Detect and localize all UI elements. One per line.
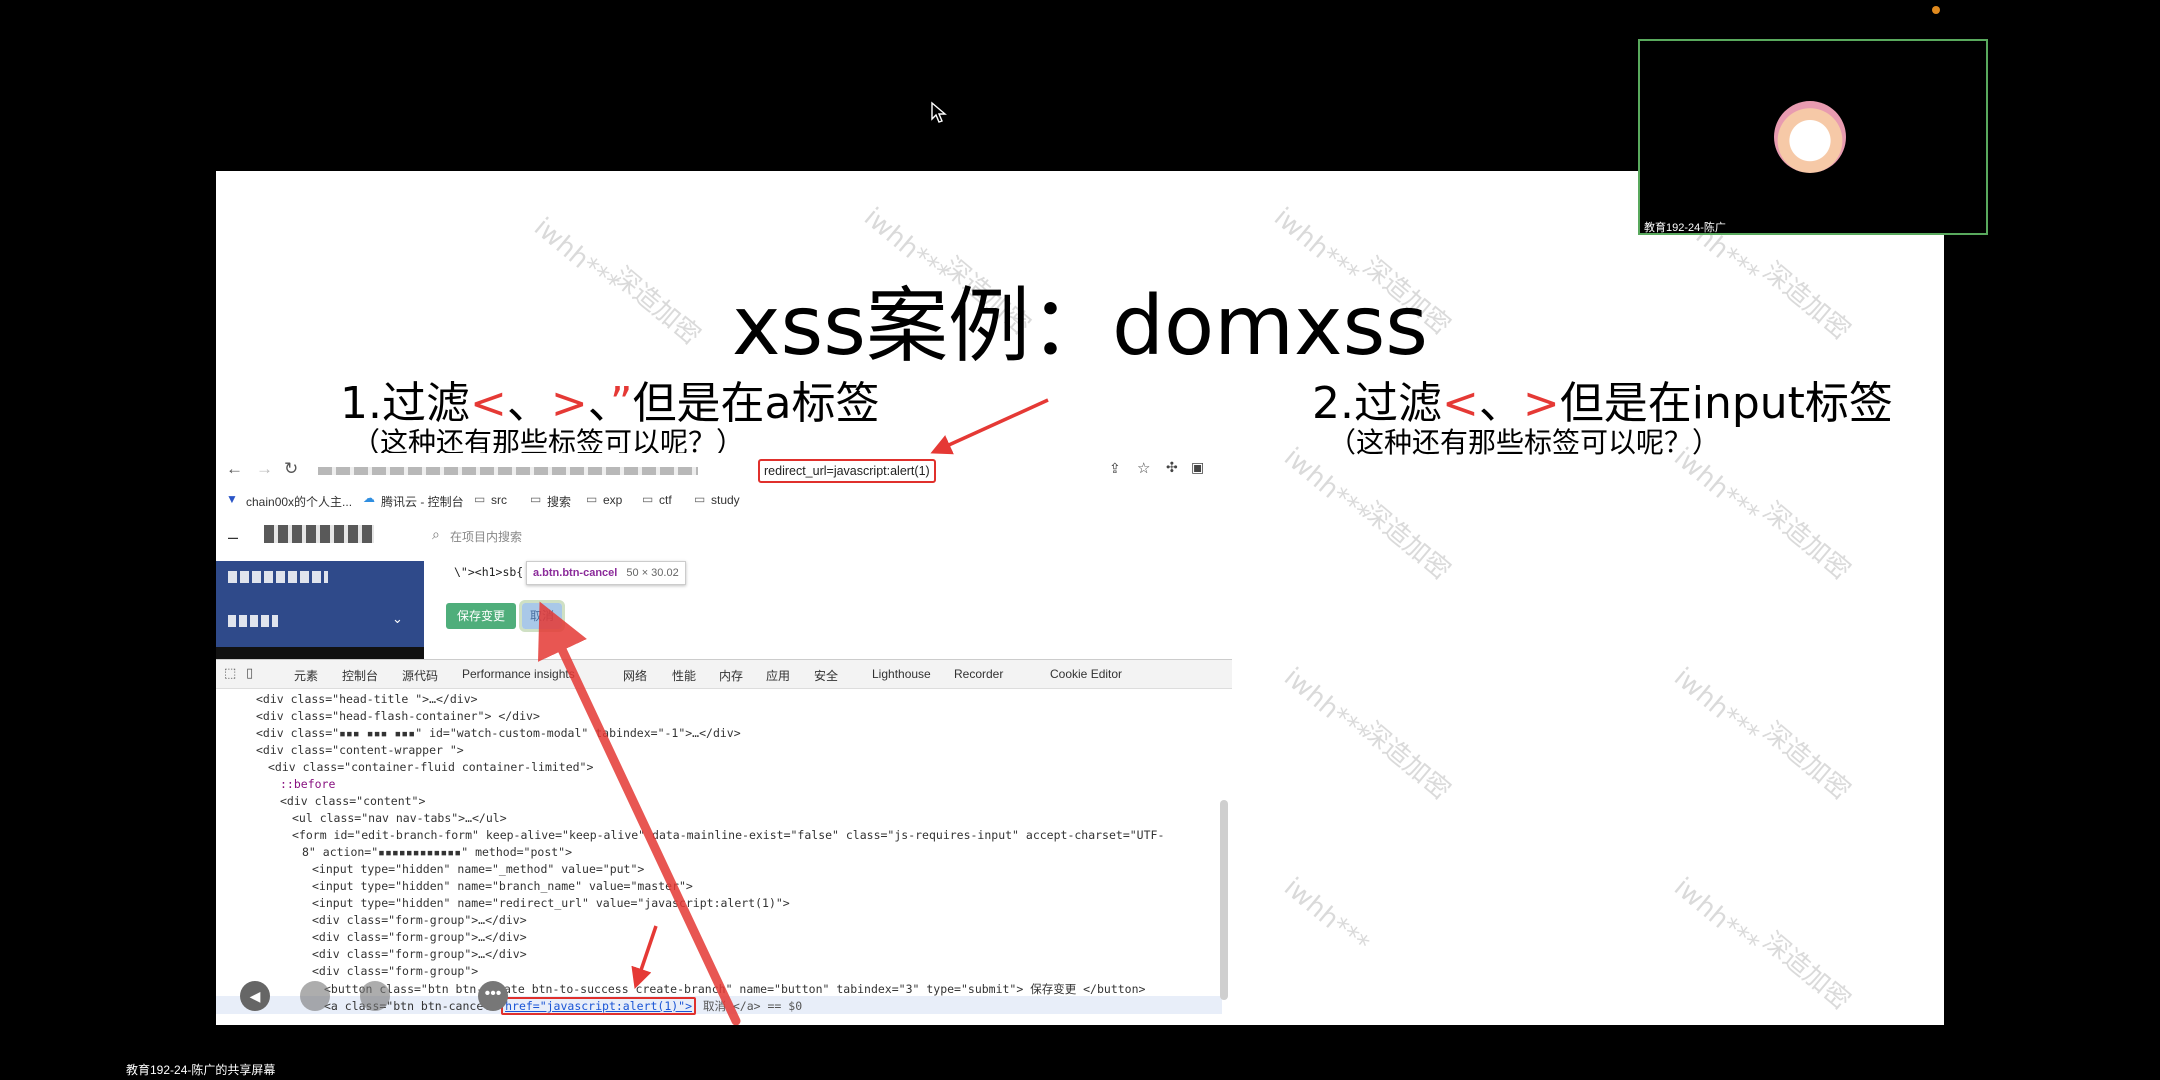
participant-avatar [1774,101,1846,173]
participant-video-tile[interactable]: 教育192-24-陈广 [1638,39,1988,235]
recording-indicator-dot [1932,6,1940,14]
screen-share-label: 教育192-24-陈广的共享屏幕 [126,1063,276,1077]
shared-slide: iwhh*** 深造加密 iwhh*** 深造加密 iwhh*** 深造加密 i… [216,171,1944,1025]
annotation-arrows [538,398,1049,1025]
mouse-cursor-icon [931,101,947,123]
arrow-to-href [631,925,658,989]
arrow-to-url [930,398,1049,455]
participant-name: 教育192-24-陈广 [1644,222,1726,234]
